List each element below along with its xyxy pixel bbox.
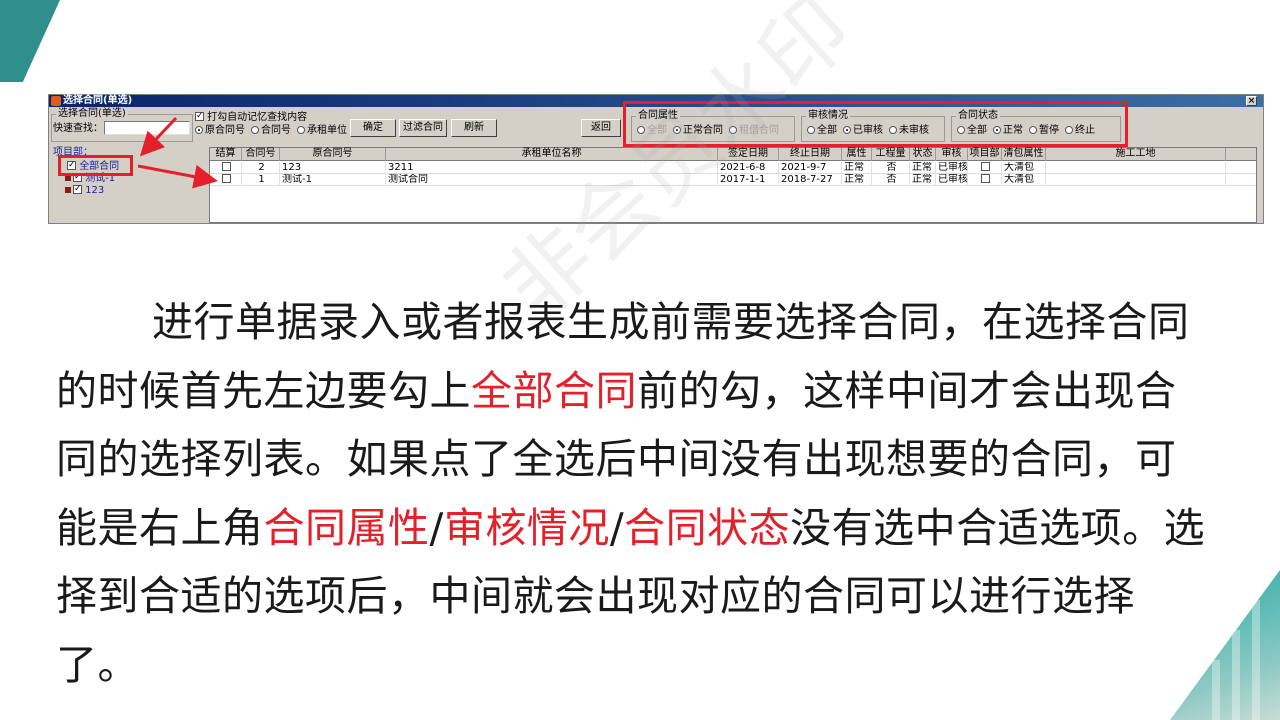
grid-cell: 否 [872,174,910,186]
close-button[interactable]: × [1246,96,1257,106]
col-header[interactable]: 合同号 [242,148,280,161]
arrow-annotation [137,116,218,189]
grid-cell: 正常 [842,174,872,186]
corner-decoration-top-left [0,0,60,82]
grid-cell: 大清包 [1002,162,1046,174]
grid-cell: 2 [242,162,280,174]
quick-search-label: 快速查找： [53,123,103,134]
instruction-paragraph: 进行单据录入或者报表生成前需要选择合同，在选择合同的时候首先左边要勾上全部合同前… [56,288,1216,699]
col-header[interactable]: 清包属性 [1002,148,1046,161]
highlight-review-status: 审核情况 [443,503,610,552]
grid-cell: 否 [872,162,910,174]
grid-cell: 1 [242,174,280,186]
refresh-button[interactable]: 刷新 [451,119,497,137]
search-mode-option[interactable]: 合同号 [251,125,291,136]
col-header[interactable]: 工程量 [872,148,910,161]
col-header[interactable]: 状态 [910,148,936,161]
grid-cell: 正常 [910,174,936,186]
dept-cell[interactable] [968,162,1002,174]
tree-item-123[interactable]: 123 [65,183,104,197]
separator: / [429,503,444,552]
highlight-contract-attribute: 合同属性 [263,503,430,552]
select-group-label: 选择合同(单选) [56,108,128,120]
filter-contract-button[interactable]: 过滤合同 [399,119,447,137]
col-header[interactable]: 项目部 [968,148,1002,161]
grid-cell [1046,174,1226,186]
grid-cell: 测试-1 [280,174,386,186]
highlight-all-contracts: 全部合同 [471,366,637,415]
grid-cell: 2021-9-7 [779,162,842,174]
search-mode-option[interactable]: 承租单位 [297,125,347,136]
grid-cell: 正常 [910,162,936,174]
grid-cell [1046,162,1226,174]
col-header[interactable]: 原合同号 [280,148,386,161]
app-icon [51,96,61,106]
col-header[interactable]: 审核 [936,148,968,161]
building-shape [1252,600,1260,720]
grid-cell: 已审核 [938,174,968,186]
col-header[interactable]: 终止日期 [779,148,842,161]
col-header[interactable]: 施工工地 [1046,148,1226,161]
building-shape [1232,630,1240,720]
highlight-box-all-contracts [58,155,133,176]
dept-cell[interactable] [968,174,1002,186]
grid-cell: 已审核 [938,162,968,174]
grid-cell: 123 [280,162,386,174]
dialog-title: 选择合同(单选) [63,95,133,106]
grid-cell: 大清包 [1002,174,1046,186]
col-header[interactable]: 属性 [842,148,872,161]
highlight-contract-state: 合同状态 [624,503,791,552]
confirm-button[interactable]: 确定 [350,119,396,137]
separator: / [609,503,625,552]
grid-cell: 正常 [842,162,872,174]
grid-cell: 2018-7-27 [779,174,842,186]
